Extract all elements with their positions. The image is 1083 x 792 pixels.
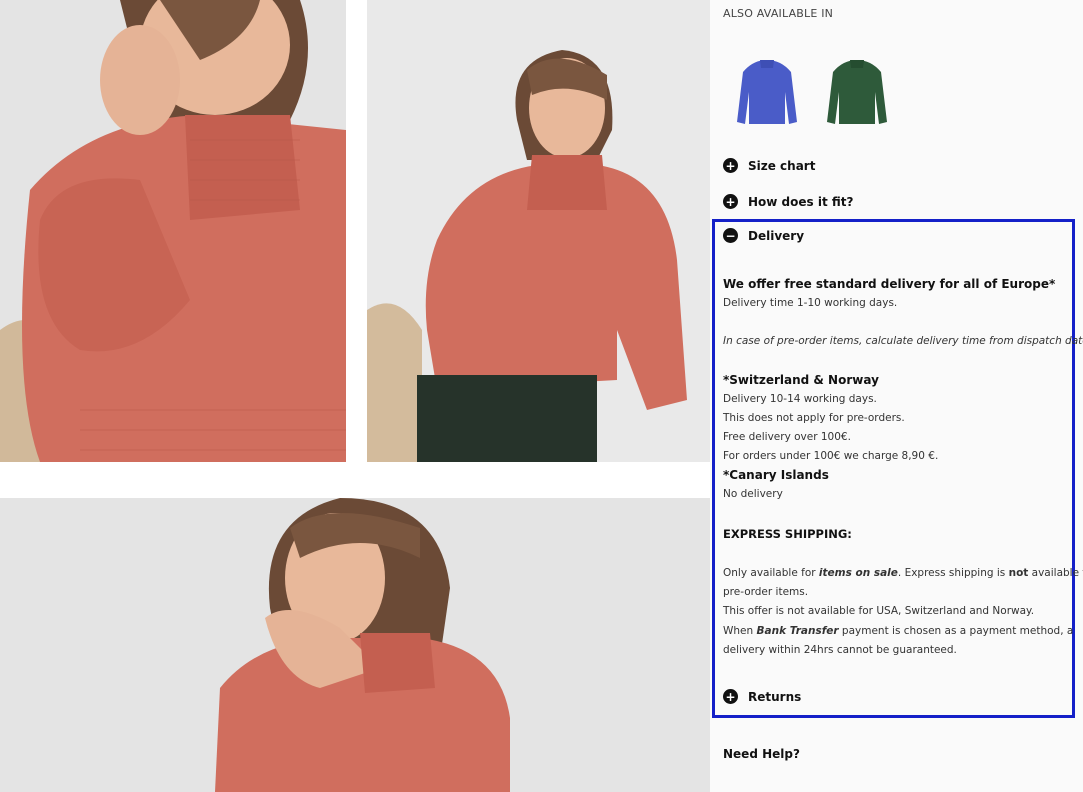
express-paragraph-3-cont: delivery within 24hrs cannot be guarante… — [723, 644, 957, 656]
swiss-norway-line: This does not apply for pre-orders. — [723, 412, 905, 424]
express-paragraph-3: When Bank Transfer payment is chosen as … — [723, 625, 1074, 637]
also-available-label: ALSO AVAILABLE IN — [723, 7, 834, 20]
canary-title: *Canary Islands — [723, 468, 829, 482]
swatch-blue[interactable] — [733, 52, 801, 132]
express-paragraph-1-cont: pre-order items. — [723, 586, 809, 598]
swiss-norway-title: *Switzerland & Norway — [723, 373, 879, 387]
express-paragraph-1: Only available for items on sale. Expres… — [723, 567, 1083, 579]
preorder-note: In case of pre-order items, calculate de… — [723, 335, 1083, 347]
product-photo-closeup[interactable] — [0, 0, 346, 462]
delivery-time: Delivery time 1-10 working days. — [723, 297, 898, 309]
size-chart-label: Size chart — [748, 158, 816, 173]
swatch-green[interactable] — [823, 52, 891, 132]
plus-icon: + — [723, 689, 738, 704]
swiss-norway-line: Delivery 10-14 working days. — [723, 393, 877, 405]
product-photo-portrait[interactable] — [0, 498, 710, 792]
canary-line: No delivery — [723, 488, 783, 500]
returns-label: Returns — [748, 689, 802, 704]
accordion-fit[interactable]: + How does it fit? — [723, 194, 853, 209]
accordion-size-chart[interactable]: + Size chart — [723, 158, 815, 173]
plus-icon: + — [723, 194, 738, 209]
need-help-heading[interactable]: Need Help? — [723, 747, 800, 761]
swiss-norway-line: Free delivery over 100€. — [723, 431, 851, 443]
swiss-norway-line: For orders under 100€ we charge 8,90 €. — [723, 450, 939, 462]
express-title: EXPRESS SHIPPING: — [723, 527, 852, 541]
free-delivery-headline: We offer free standard delivery for all … — [723, 277, 1056, 291]
accordion-returns[interactable]: + Returns — [723, 689, 801, 704]
express-paragraph-2: This offer is not available for USA, Swi… — [723, 605, 1035, 617]
fit-label: How does it fit? — [748, 194, 854, 209]
plus-icon: + — [723, 158, 738, 173]
product-photo-full[interactable] — [367, 0, 710, 462]
